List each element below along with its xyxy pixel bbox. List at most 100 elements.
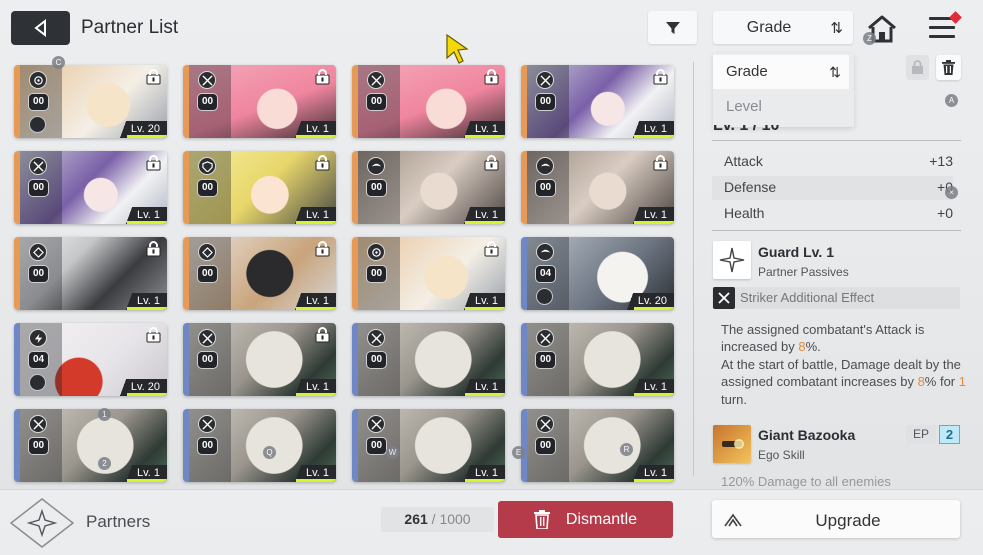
guard-skill-icon[interactable] (713, 241, 751, 279)
partner-card[interactable]: 00 Lv. 1 (14, 237, 167, 310)
bazooka-icon (722, 439, 744, 449)
close-hint-icon: × (945, 186, 958, 199)
ego-skill-icon[interactable] (713, 425, 751, 463)
ego-description: 120% Damage to all enemies (721, 474, 891, 489)
duplicate-count: 00 (197, 179, 218, 197)
partner-card[interactable]: 04 Lv. 20 (14, 323, 167, 396)
lock-icon (146, 327, 161, 343)
bolt-icon (29, 329, 47, 347)
hotkey-w: W (386, 446, 399, 459)
level-bar (296, 393, 336, 396)
level-bar (127, 479, 167, 482)
level-bar (634, 135, 674, 138)
sword-icon (536, 71, 554, 89)
duplicate-count: 00 (535, 437, 556, 455)
upgrade-button[interactable]: Upgrade (712, 500, 960, 538)
lock-icon (315, 241, 330, 257)
trash-icon (533, 510, 550, 529)
duplicate-count: 04 (28, 351, 49, 369)
lock-icon (912, 60, 923, 74)
lock-icon (653, 69, 668, 85)
partner-card[interactable]: 00 Lv. 1 (352, 151, 505, 224)
mouse-cursor-icon (446, 33, 469, 64)
wing-icon (536, 243, 554, 261)
compass-star-icon (719, 247, 745, 273)
element-icon (536, 288, 553, 305)
trash-button[interactable] (936, 55, 961, 80)
sort-option-grade[interactable]: Grade ⇅ (713, 55, 849, 89)
hotkey-e: E (512, 446, 525, 459)
sword-icon (198, 329, 216, 347)
duplicate-count: 00 (535, 93, 556, 111)
lock-icon (315, 69, 330, 85)
lock-button[interactable] (906, 55, 929, 80)
panel-divider (693, 62, 694, 476)
sword-icon (536, 329, 554, 347)
partner-card[interactable]: 00 Lv. 1 (521, 65, 674, 138)
hotkey-2: 2 (98, 457, 111, 470)
partner-card[interactable]: 00 Lv. 1 (521, 409, 674, 482)
lock-icon (146, 241, 161, 257)
partner-card[interactable]: 00 Lv. 1 (352, 65, 505, 138)
level-bar (634, 221, 674, 224)
partner-card[interactable]: 00 Lv. 1 (352, 409, 505, 482)
ep-value: 2 (939, 425, 960, 444)
filter-button[interactable] (648, 11, 697, 44)
passive-name: Guard Lv. 1 (758, 244, 834, 260)
partner-card[interactable]: 00 Lv. 20 (14, 65, 167, 138)
sort-order-icon: ⇅ (829, 64, 841, 80)
level-bar (296, 307, 336, 310)
sort-option-level[interactable]: Level (713, 90, 849, 124)
hotkey-a: A (945, 94, 958, 107)
sort-order-icon[interactable]: ⇅ (830, 19, 843, 37)
shield-icon (198, 157, 216, 175)
duplicate-count: 00 (535, 351, 556, 369)
partner-card[interactable]: 00 Lv. 1 (521, 323, 674, 396)
level-bar (296, 479, 336, 482)
diamond-icon (198, 243, 216, 261)
partner-card[interactable]: 00 Lv. 1 (14, 409, 167, 482)
partner-card[interactable]: 00 Lv. 1 (183, 151, 336, 224)
hotkey-q: Q (263, 446, 276, 459)
lock-icon (484, 241, 499, 257)
stat-attack: Attack +13 (724, 153, 953, 169)
partner-card[interactable]: 00 Lv. 1 (183, 237, 336, 310)
lock-icon (653, 155, 668, 171)
back-button[interactable] (11, 11, 70, 45)
duplicate-count: 00 (197, 351, 218, 369)
partner-card[interactable]: 00 Lv. 1 (14, 151, 167, 224)
partner-card[interactable]: 00 Lv. 1 (183, 323, 336, 396)
sword-icon (198, 71, 216, 89)
duplicate-count: 00 (197, 93, 218, 111)
duplicate-count: 00 (28, 437, 49, 455)
lock-icon (146, 155, 161, 171)
sort-dropdown[interactable]: Grade ⇅ (713, 11, 853, 44)
dismantle-button[interactable]: Dismantle (498, 501, 673, 538)
lock-icon (146, 69, 161, 85)
filter-icon (665, 21, 680, 34)
sword-icon (367, 329, 385, 347)
partner-card[interactable]: 00 Lv. 1 (352, 237, 505, 310)
level-bar (634, 307, 674, 310)
ego-skill-name: Giant Bazooka (758, 427, 856, 443)
trash-icon (942, 60, 955, 75)
partner-capacity: 261 / 1000 (381, 507, 494, 532)
level-bar (127, 135, 167, 138)
partner-card[interactable]: 00 Lv. 1 (521, 151, 674, 224)
partner-card[interactable]: 00 Lv. 1 (183, 65, 336, 138)
level-bar (465, 307, 505, 310)
partner-card[interactable]: 00 Lv. 1 (183, 409, 336, 482)
duplicate-count: 00 (197, 437, 218, 455)
ego-skill-type: Ego Skill (758, 448, 805, 462)
wing-icon (367, 157, 385, 175)
level-bar (634, 393, 674, 396)
partner-card[interactable]: 04 Lv. 20 (521, 237, 674, 310)
diamond-icon (29, 243, 47, 261)
striker-effect-row: Striker Additional Effect (712, 287, 960, 309)
duplicate-count: 00 (28, 265, 49, 283)
level-bar (296, 135, 336, 138)
level-bar (465, 135, 505, 138)
partner-card[interactable]: 00 Lv. 1 (352, 323, 505, 396)
lock-icon (484, 69, 499, 85)
target-icon (29, 71, 47, 89)
